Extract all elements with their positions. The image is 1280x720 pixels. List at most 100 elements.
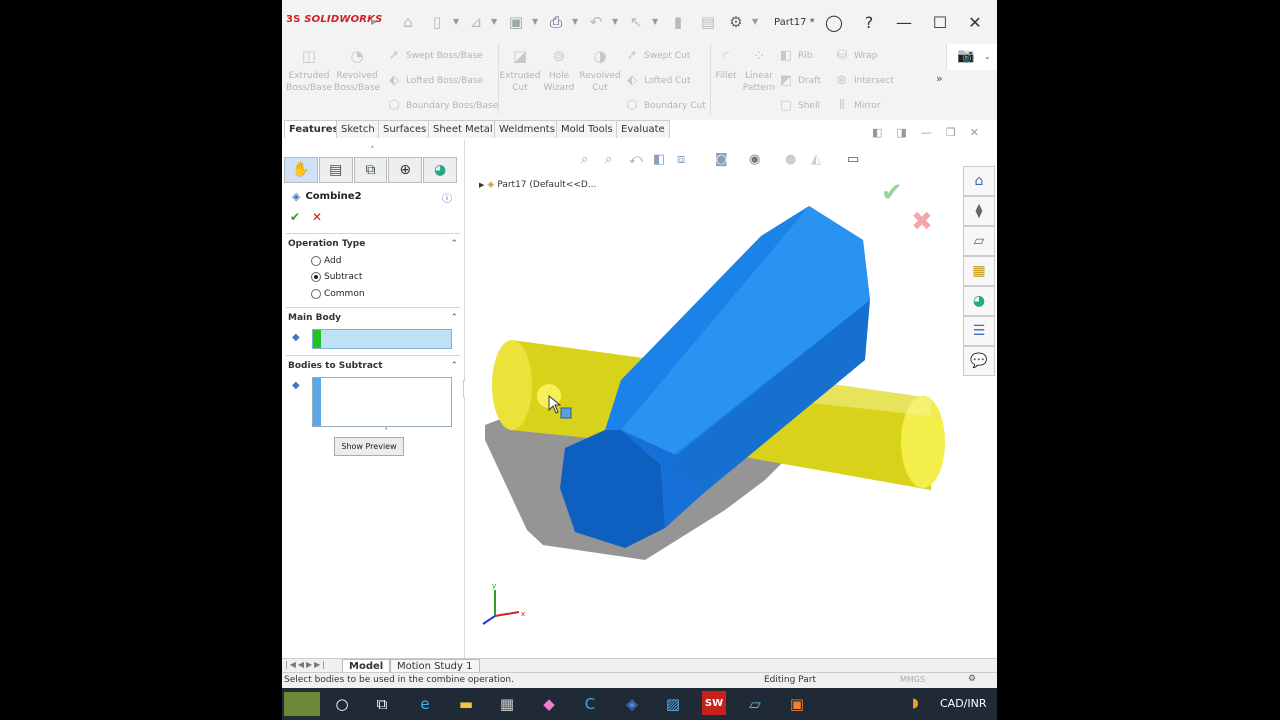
show-preview-button[interactable]: Show Preview [334, 437, 404, 456]
rebuild-icon[interactable]: ▮ [668, 12, 688, 32]
save-icon[interactable]: ▣ [506, 12, 526, 32]
intersect-button[interactable]: ⊗ Intersect [834, 73, 894, 88]
task-pane-home-button[interactable]: ⌂ [963, 166, 995, 196]
task-pane-custom-props-button[interactable]: ☰ [963, 316, 995, 346]
calculator-icon[interactable]: ▦ [497, 694, 517, 714]
boundary-cut-button[interactable]: ⬡ Boundary Cut [624, 98, 705, 113]
radio-common[interactable]: Common [311, 289, 365, 299]
resize-grip[interactable]: • [384, 425, 388, 433]
display-manager-tab[interactable]: ◕ [423, 157, 457, 183]
minimize-button[interactable]: — [892, 10, 916, 34]
swept-cut-button[interactable]: ➚ Swept Cut [624, 48, 691, 63]
doc-maximize-button[interactable]: ❐ [946, 126, 956, 139]
graphics-area[interactable]: ⌕ ⌕ ⤺ ◧ ⧈ ◙ ◉ ● ◭ ▭ ▶ ◈ Part17 (Default<… [465, 140, 997, 658]
print-dropdown-icon[interactable]: ▼ [572, 17, 578, 26]
tab-weldments[interactable]: Weldments [494, 120, 560, 138]
doc-close-button[interactable]: ✕ [970, 126, 979, 139]
model-viewport[interactable]: y x [465, 140, 965, 658]
photos-icon[interactable]: ▨ [663, 694, 683, 714]
tab-sketch[interactable]: Sketch [336, 120, 380, 138]
units-indicator[interactable]: MMGS [900, 675, 925, 684]
dimxpert-tab[interactable]: ⊕ [388, 157, 423, 183]
maximize-button[interactable]: ☐ [928, 10, 952, 34]
tab-features[interactable]: Features [284, 120, 344, 138]
home-icon[interactable]: ⌂ [398, 12, 418, 32]
solidworks-logo[interactable]: 3S SOLIDWORKS [286, 14, 383, 25]
notes-icon[interactable]: ▱ [745, 694, 765, 714]
help-icon[interactable]: ? [857, 10, 881, 34]
revolved-boss-button[interactable]: ◔ Revolved Boss/Base [334, 49, 380, 94]
task-pane-view-palette-button[interactable]: ▦ [963, 256, 995, 286]
tab-evaluate[interactable]: Evaluate [616, 120, 670, 138]
boundary-boss-button[interactable]: ⬡ Boundary Boss/Base [386, 98, 498, 113]
save-dropdown-icon[interactable]: ▼ [532, 17, 538, 26]
doc-minimize-button[interactable]: — [921, 126, 932, 139]
property-manager-tab[interactable]: ✋ [284, 157, 318, 183]
radio-add[interactable]: Add [311, 256, 341, 266]
panel-grip[interactable]: • [370, 143, 375, 152]
customize-icon[interactable]: ⚙ [968, 674, 976, 684]
solidworks-taskbar-icon[interactable]: SW [702, 691, 726, 715]
tray-logo-icon[interactable]: ◗ [912, 696, 919, 711]
tab-sheet-metal[interactable]: Sheet Metal [428, 120, 498, 138]
task-view-icon[interactable]: ⧉ [372, 694, 392, 714]
user-icon[interactable]: ◯ [822, 10, 846, 34]
desktop-thumbnail[interactable] [284, 692, 320, 716]
tab-mold-tools[interactable]: Mold Tools [556, 120, 618, 138]
shell-button[interactable]: ▢ Shell [778, 98, 820, 113]
select-icon[interactable]: ↖ [626, 12, 646, 32]
edge-icon[interactable]: e [415, 694, 435, 714]
paint-icon[interactable]: ◆ [539, 694, 559, 714]
app-orange-icon[interactable]: ▣ [787, 694, 807, 714]
task-pane-library-button[interactable]: ⧫ [963, 196, 995, 226]
swept-boss-button[interactable]: ➚ Swept Boss/Base [386, 48, 483, 63]
rib-button[interactable]: ◧ Rib [778, 48, 813, 63]
ok-button[interactable]: ✔ [290, 210, 300, 224]
radio-subtract[interactable]: Subtract [311, 272, 362, 282]
app-c-icon[interactable]: C [580, 694, 600, 714]
extruded-boss-button[interactable]: ◫ Extruded Boss/Base [286, 49, 332, 94]
camera-icon[interactable]: 📷 [957, 48, 974, 64]
restore-left-icon[interactable]: ◧ [872, 126, 882, 139]
restore-right-icon[interactable]: ◨ [896, 126, 906, 139]
collapse-icon[interactable]: ⌃ [450, 361, 458, 371]
linear-pattern-button[interactable]: ⁘ Linear Pattern [740, 49, 778, 94]
fillet-button[interactable]: ◜ Fillet [710, 49, 742, 82]
draft-button[interactable]: ◩ Draft [778, 73, 821, 88]
help-icon[interactable]: ⓘ [442, 190, 452, 205]
new-icon[interactable]: ▯ [427, 12, 447, 32]
print-icon[interactable]: ⎙ [546, 12, 566, 32]
task-pane-forum-button[interactable]: 💬 [963, 346, 995, 376]
lofted-boss-button[interactable]: ⬖ Lofted Boss/Base [386, 73, 483, 88]
camera-dropdown-icon[interactable]: ⌄ [984, 52, 991, 61]
collapse-icon[interactable]: ⌃ [450, 239, 458, 249]
cancel-button[interactable]: ✕ [312, 210, 322, 224]
select-dropdown-icon[interactable]: ▼ [652, 17, 658, 26]
wrap-button[interactable]: ⛁ Wrap [834, 48, 878, 63]
options-icon[interactable]: ⚙ [726, 12, 746, 32]
search-icon[interactable]: ○ [332, 694, 352, 714]
file-explorer-icon[interactable]: ▬ [456, 694, 476, 714]
task-pane-appearances-button[interactable]: ◕ [963, 286, 995, 316]
undo-dropdown-icon[interactable]: ▼ [612, 17, 618, 26]
options-dropdown-icon[interactable]: ▼ [752, 17, 758, 26]
more-commands-button[interactable]: » [936, 72, 943, 85]
mirror-button[interactable]: ⫴ Mirror [834, 98, 880, 113]
menu-arrow[interactable]: ▶ [371, 17, 377, 26]
tab-surfaces[interactable]: Surfaces [378, 120, 432, 138]
file-props-icon[interactable]: ▤ [698, 12, 718, 32]
open-dropdown-icon[interactable]: ▼ [491, 17, 497, 26]
tab-scroll-arrows[interactable]: |◀◀▶▶| [285, 660, 327, 669]
main-body-selection-box[interactable] [312, 329, 452, 349]
app-diamond-icon[interactable]: ◈ [622, 694, 642, 714]
lofted-cut-button[interactable]: ⬖ Lofted Cut [624, 73, 691, 88]
collapse-icon[interactable]: ⌃ [450, 313, 458, 323]
close-button[interactable]: ✕ [963, 10, 987, 34]
revolved-cut-button[interactable]: ◑ Revolved Cut [576, 49, 624, 94]
open-icon[interactable]: ⊿ [466, 12, 486, 32]
task-pane-explorer-button[interactable]: ▱ [963, 226, 995, 256]
bodies-to-subtract-selection-box[interactable] [312, 377, 452, 427]
new-dropdown-icon[interactable]: ▼ [453, 17, 459, 26]
undo-icon[interactable]: ↶ [586, 12, 606, 32]
configuration-tab[interactable]: ⧉ [353, 157, 388, 183]
